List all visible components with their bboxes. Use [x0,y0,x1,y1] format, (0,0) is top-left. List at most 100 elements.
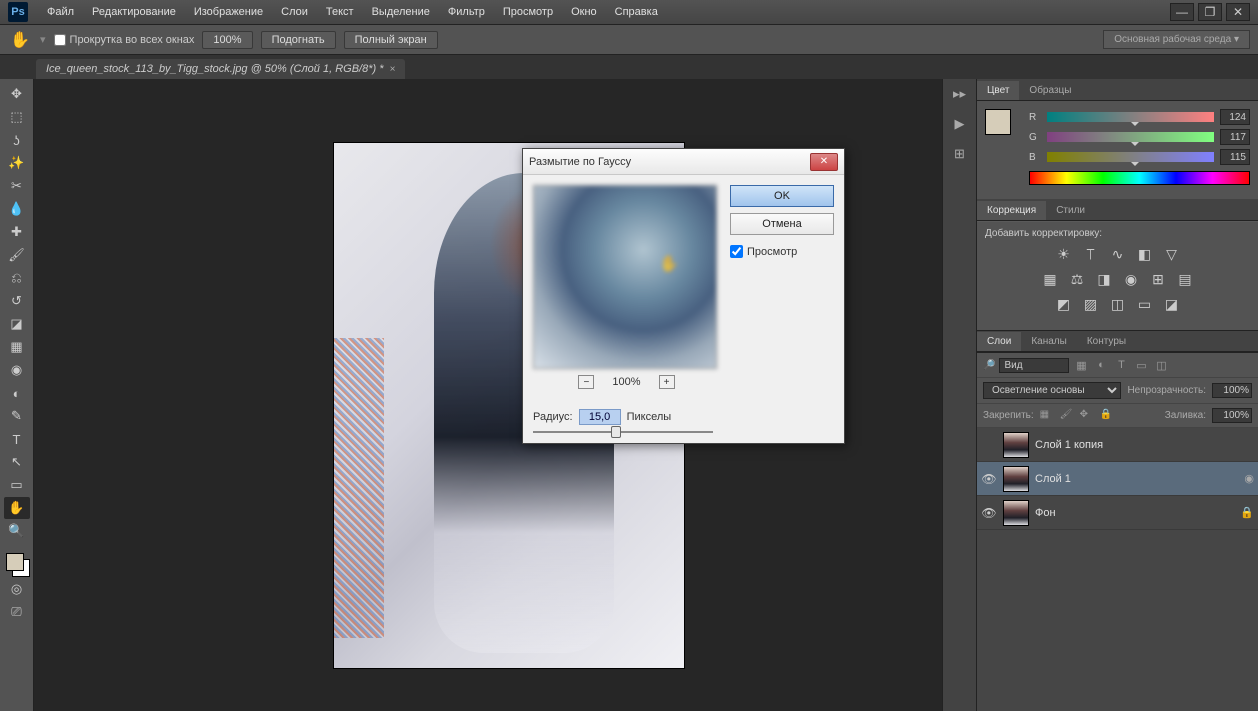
menu-text[interactable]: Текст [317,6,363,18]
layer-thumbnail[interactable] [1003,432,1029,458]
history-icon[interactable]: ▸▸ [949,83,971,105]
slider-thumb[interactable] [611,426,621,438]
eraser-tool[interactable]: ◪ [4,313,30,335]
tab-channels[interactable]: Каналы [1021,332,1077,351]
gradmap-icon[interactable]: ▭ [1136,295,1154,313]
workspace-selector[interactable]: Основная рабочая среда ▾ [1103,30,1250,49]
menu-window[interactable]: Окно [562,6,606,18]
stamp-tool[interactable]: ⎌ [4,267,30,289]
layer-name[interactable]: Фон [1035,507,1234,519]
opacity-input[interactable] [1212,383,1252,398]
layer-thumbnail[interactable] [1003,500,1029,526]
mixer-icon[interactable]: ⊞ [1149,270,1167,288]
radius-slider[interactable] [533,431,713,433]
quickmask-tool[interactable]: ◎ [4,578,30,600]
healing-tool[interactable]: ✚ [4,221,30,243]
g-value[interactable] [1220,129,1250,145]
menu-edit[interactable]: Редактирование [83,6,185,18]
color-ramp[interactable] [1029,171,1250,185]
preview-area[interactable]: ✋ [533,185,717,369]
filter-type-icon[interactable]: T [1113,357,1129,373]
layer-filter-kind[interactable] [999,358,1069,373]
tab-swatches[interactable]: Образцы [1019,81,1081,100]
menu-view[interactable]: Просмотр [494,6,562,18]
pen-tool[interactable]: ✎ [4,405,30,427]
fit-button[interactable]: Подогнать [261,31,336,49]
threshold-icon[interactable]: ◫ [1109,295,1127,313]
filter-smart-icon[interactable]: ◫ [1153,357,1169,373]
path-tool[interactable]: ↖ [4,451,30,473]
layer-effects-icon[interactable]: ◉ [1244,472,1254,485]
hue-icon[interactable]: ▦ [1041,270,1059,288]
dodge-tool[interactable]: ◐ [4,382,30,404]
invert-icon[interactable]: ◩ [1055,295,1073,313]
type-tool[interactable]: T [4,428,30,450]
layer-row[interactable]: 👁 Фон 🔒 [977,496,1258,530]
b-slider[interactable] [1047,152,1214,162]
fullscreen-button[interactable]: Полный экран [344,31,438,49]
selective-icon[interactable]: ◪ [1163,295,1181,313]
properties-icon[interactable]: ⊞ [949,143,971,165]
lock-all-icon[interactable]: 🔒 [1100,409,1114,423]
photofilter-icon[interactable]: ◉ [1122,270,1140,288]
menu-help[interactable]: Справка [606,6,667,18]
tab-layers[interactable]: Слои [977,332,1021,351]
history-brush-tool[interactable]: ↺ [4,290,30,312]
brush-tool[interactable]: 🖌 [4,244,30,266]
dialog-close-button[interactable]: ✕ [810,153,838,171]
menu-image[interactable]: Изображение [185,6,272,18]
tab-adjustments[interactable]: Коррекция [977,201,1046,220]
minimize-button[interactable]: — [1170,3,1194,21]
balance-icon[interactable]: ⚖ [1068,270,1086,288]
marquee-tool[interactable]: ⬚ [4,106,30,128]
r-slider[interactable] [1047,112,1214,122]
layer-row[interactable]: Слой 1 копия [977,428,1258,462]
dialog-titlebar[interactable]: Размытие по Гауссу ✕ [523,149,844,175]
actions-icon[interactable]: ▶ [949,113,971,135]
b-value[interactable] [1220,149,1250,165]
lock-transparency-icon[interactable]: ▦ [1040,409,1054,423]
eyedropper-tool[interactable]: 💧 [4,198,30,220]
menu-layers[interactable]: Слои [272,6,317,18]
g-slider[interactable] [1047,132,1214,142]
cancel-button[interactable]: Отмена [730,213,834,235]
filter-shape-icon[interactable]: ▭ [1133,357,1149,373]
vibrance-icon[interactable]: ▽ [1163,245,1181,263]
lock-pixels-icon[interactable]: 🖌 [1060,409,1074,423]
screenmode-tool[interactable]: ⎚ [4,601,30,623]
hand-tool-icon[interactable]: ✋ [8,30,32,50]
radius-input[interactable] [579,409,621,425]
layer-thumbnail[interactable] [1003,466,1029,492]
lookup-icon[interactable]: ▤ [1176,270,1194,288]
document-tab[interactable]: Ice_queen_stock_113_by_Tigg_stock.jpg @ … [36,59,405,79]
menu-file[interactable]: Файл [38,6,83,18]
layer-name[interactable]: Слой 1 копия [1035,439,1254,451]
foreground-swatch[interactable] [985,109,1011,135]
foreground-color[interactable] [6,553,24,571]
hand-tool[interactable]: ✋ [4,497,30,519]
visibility-toggle[interactable]: 👁 [981,472,997,486]
filter-pixel-icon[interactable]: ▦ [1073,357,1089,373]
color-swatch[interactable] [4,551,30,577]
r-value[interactable] [1220,109,1250,125]
levels-icon[interactable]: ⟙ [1082,245,1100,263]
lock-position-icon[interactable]: ✥ [1080,409,1094,423]
zoom-in-button[interactable]: + [659,375,675,389]
filter-adj-icon[interactable]: ◐ [1093,357,1109,373]
ok-button[interactable]: OK [730,185,834,207]
curves-icon[interactable]: ∿ [1109,245,1127,263]
posterize-icon[interactable]: ▨ [1082,295,1100,313]
blend-mode-select[interactable]: Осветление основы [983,382,1121,399]
move-tool[interactable]: ✥ [4,83,30,105]
preview-checkbox[interactable]: Просмотр [730,245,834,258]
zoom-tool[interactable]: 🔍 [4,520,30,542]
bw-icon[interactable]: ◨ [1095,270,1113,288]
fill-input[interactable] [1212,408,1252,423]
close-icon[interactable]: × [389,64,395,75]
close-button[interactable]: ✕ [1226,3,1250,21]
wand-tool[interactable]: ✨ [4,152,30,174]
gradient-tool[interactable]: ▦ [4,336,30,358]
layer-name[interactable]: Слой 1 [1035,473,1238,485]
maximize-button[interactable]: ❐ [1198,3,1222,21]
blur-tool[interactable]: ◉ [4,359,30,381]
